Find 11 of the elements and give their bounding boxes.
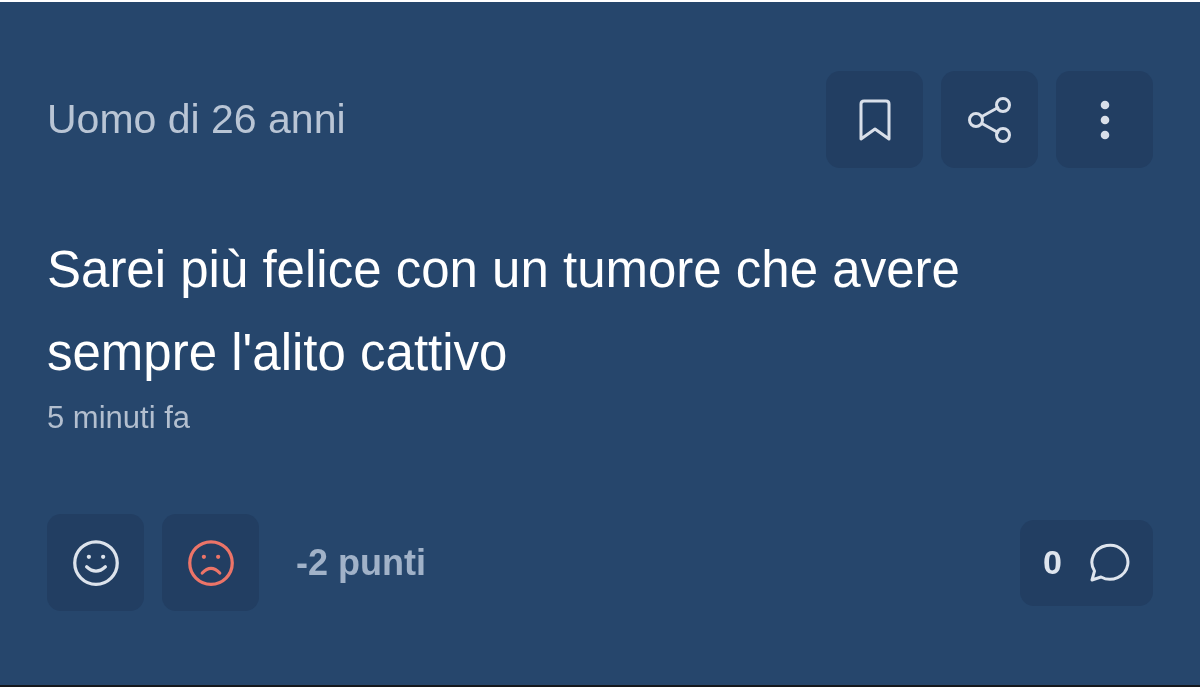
more-options-icon (1099, 99, 1110, 140)
score-label: -2 punti (296, 541, 426, 584)
author-label: Uomo di 26 anni (47, 96, 346, 143)
comments-button[interactable]: 0 (1020, 519, 1153, 606)
timestamp: 5 minuti fa (47, 400, 190, 436)
post-text: Sarei più felice con un tumore che avere sempre l'alito cattivo (47, 240, 961, 383)
share-button[interactable] (941, 71, 1038, 168)
like-button[interactable] (47, 514, 144, 611)
dislike-button[interactable] (162, 514, 259, 611)
bookmark-button[interactable] (826, 71, 923, 168)
share-icon (966, 95, 1013, 144)
